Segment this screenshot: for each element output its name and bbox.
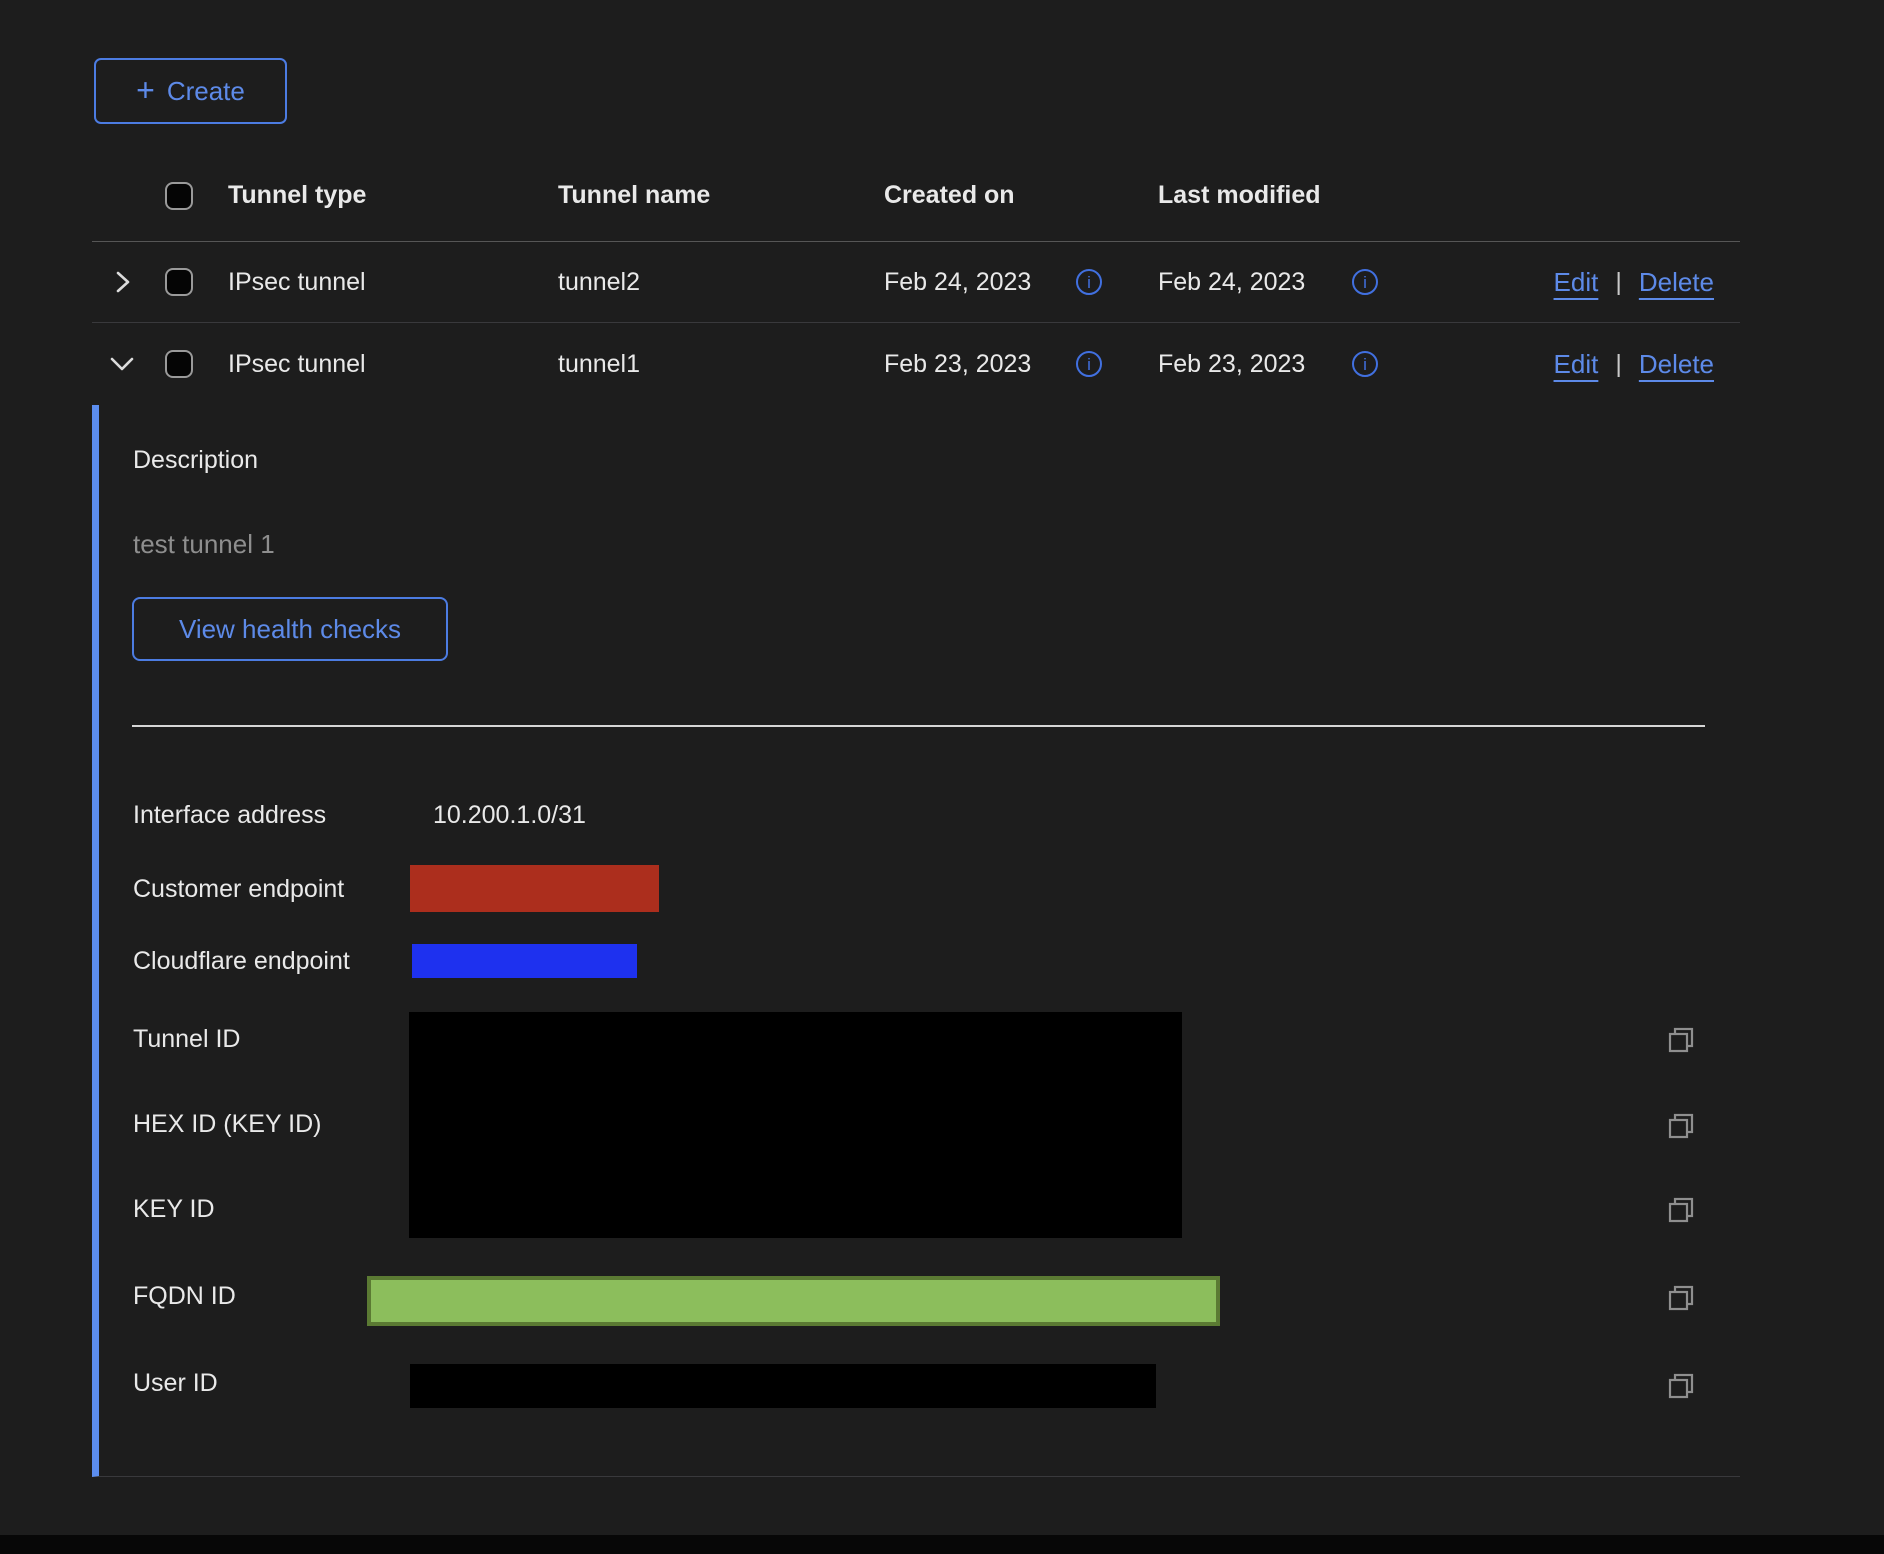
actions-separator: |	[1615, 350, 1622, 379]
column-header-tunnel-name: Tunnel name	[558, 150, 710, 241]
tunnel-name-cell: tunnel1	[558, 323, 640, 405]
table-row: IPsec tunnel tunnel2 Feb 24, 2023 i Feb …	[92, 242, 1740, 323]
ids-redacted-value	[409, 1012, 1182, 1238]
tunnel-detail-panel: Description test tunnel 1 View health ch…	[92, 405, 1740, 1477]
edit-link[interactable]: Edit	[1554, 349, 1599, 380]
actions-separator: |	[1615, 268, 1622, 297]
column-header-tunnel-type: Tunnel type	[228, 150, 366, 241]
hex-id-label: HEX ID (KEY ID)	[133, 1110, 321, 1139]
table-row: IPsec tunnel tunnel1 Feb 23, 2023 i Feb …	[92, 323, 1740, 405]
chevron-right-icon	[109, 269, 135, 295]
info-icon[interactable]: i	[1076, 351, 1102, 377]
collapse-row-button[interactable]	[102, 323, 142, 405]
copy-tunnel-id-button[interactable]	[1667, 1026, 1695, 1054]
row-actions: Edit | Delete	[1554, 323, 1714, 405]
fqdn-id-redacted-value	[367, 1276, 1220, 1326]
last-modified-cell: Feb 23, 2023	[1158, 323, 1305, 405]
create-button-label: Create	[167, 76, 245, 107]
copy-icon	[1667, 1372, 1695, 1400]
copy-icon	[1667, 1196, 1695, 1224]
chevron-down-icon	[108, 350, 136, 378]
column-header-last-modified: Last modified	[1158, 150, 1321, 241]
copy-icon	[1667, 1026, 1695, 1054]
info-icon[interactable]: i	[1076, 269, 1102, 295]
tunnel-type-cell: IPsec tunnel	[228, 242, 366, 322]
fqdn-id-label: FQDN ID	[133, 1282, 236, 1311]
interface-address-value: 10.200.1.0/31	[433, 801, 586, 830]
view-health-checks-button[interactable]: View health checks	[132, 597, 448, 661]
expand-row-button[interactable]	[102, 242, 142, 322]
table-header-row: Tunnel type Tunnel name Created on Last …	[92, 150, 1740, 242]
panel-divider	[132, 725, 1705, 727]
copy-fqdn-id-button[interactable]	[1667, 1284, 1695, 1312]
description-heading: Description	[133, 446, 258, 475]
created-on-cell: Feb 24, 2023	[884, 242, 1031, 322]
tunnels-page: + Create Tunnel type Tunnel name Created…	[0, 0, 1884, 1554]
tunnel-id-label: Tunnel ID	[133, 1025, 240, 1054]
cloudflare-endpoint-label: Cloudflare endpoint	[133, 947, 350, 976]
plus-icon: +	[136, 74, 155, 106]
customer-endpoint-redacted-value	[410, 865, 659, 912]
last-modified-cell: Feb 24, 2023	[1158, 242, 1305, 322]
info-icon[interactable]: i	[1352, 269, 1378, 295]
create-button[interactable]: + Create	[94, 58, 287, 124]
bottom-edge-bar	[0, 1535, 1884, 1554]
delete-link[interactable]: Delete	[1639, 267, 1714, 298]
column-header-created-on: Created on	[884, 150, 1015, 241]
tunnel-type-cell: IPsec tunnel	[228, 323, 366, 405]
row-checkbox[interactable]	[165, 350, 193, 378]
copy-user-id-button[interactable]	[1667, 1372, 1695, 1400]
row-checkbox[interactable]	[165, 268, 193, 296]
info-icon[interactable]: i	[1352, 351, 1378, 377]
customer-endpoint-label: Customer endpoint	[133, 875, 344, 904]
copy-icon	[1667, 1112, 1695, 1140]
copy-hex-id-button[interactable]	[1667, 1112, 1695, 1140]
description-value: test tunnel 1	[133, 529, 275, 560]
row-actions: Edit | Delete	[1554, 242, 1714, 322]
copy-key-id-button[interactable]	[1667, 1196, 1695, 1224]
key-id-label: KEY ID	[133, 1195, 215, 1224]
copy-icon	[1667, 1284, 1695, 1312]
tunnel-name-cell: tunnel2	[558, 242, 640, 322]
delete-link[interactable]: Delete	[1639, 349, 1714, 380]
created-on-cell: Feb 23, 2023	[884, 323, 1031, 405]
edit-link[interactable]: Edit	[1554, 267, 1599, 298]
select-all-checkbox[interactable]	[165, 182, 193, 210]
tunnels-table: Tunnel type Tunnel name Created on Last …	[92, 150, 1740, 405]
cloudflare-endpoint-redacted-value	[412, 944, 637, 978]
interface-address-label: Interface address	[133, 801, 326, 830]
user-id-label: User ID	[133, 1369, 218, 1398]
user-id-redacted-value	[410, 1364, 1156, 1408]
